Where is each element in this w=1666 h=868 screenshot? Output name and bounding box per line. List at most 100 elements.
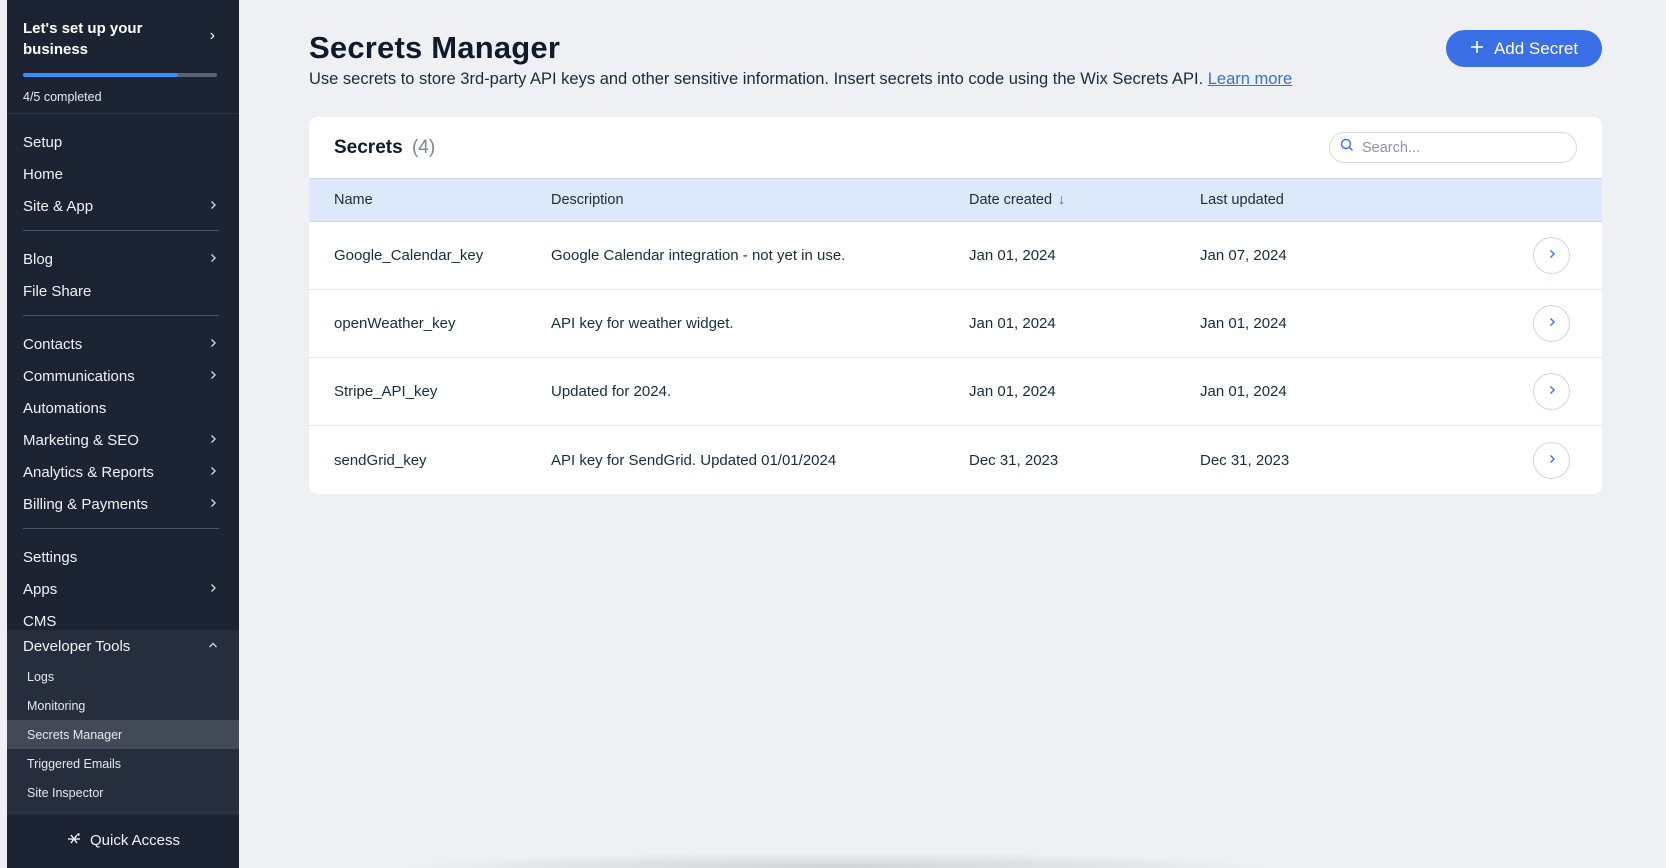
sidebar-item-site-app[interactable]: Site & App bbox=[23, 190, 219, 222]
table-row[interactable]: Stripe_API_key Updated for 2024. Jan 01, 2… bbox=[309, 358, 1602, 426]
sidebar-item-label: Contacts bbox=[23, 335, 83, 353]
table-body: Google_Calendar_key Google Calendar integ… bbox=[309, 222, 1602, 494]
chevron-right-icon bbox=[207, 582, 219, 597]
sidebar-item-apps[interactable]: Apps bbox=[23, 573, 219, 605]
sidebar-item-label: Site & App bbox=[23, 197, 94, 215]
sidebar-item-marketing-seo[interactable]: Marketing & SEO bbox=[23, 424, 219, 456]
table-count: (4) bbox=[411, 137, 436, 158]
open-secret-button[interactable] bbox=[1533, 305, 1570, 342]
chevron-right-icon bbox=[207, 433, 219, 448]
sidebar-item-billing-payments[interactable]: Billing & Payments bbox=[23, 488, 219, 520]
chevron-right-icon bbox=[207, 369, 219, 384]
plus-icon bbox=[1470, 39, 1484, 59]
sidebar-item-analytics-reports[interactable]: Analytics & Reports bbox=[23, 456, 219, 488]
cell-last-updated: Jan 01, 2024 bbox=[1200, 383, 1287, 400]
cell-name: Google_Calendar_key bbox=[334, 247, 484, 264]
cell-actions bbox=[1500, 373, 1602, 410]
sidebar-subitem-monitoring[interactable]: Monitoring bbox=[7, 691, 239, 720]
search-box[interactable] bbox=[1329, 132, 1577, 163]
setup-progress-fill bbox=[23, 73, 179, 77]
sidebar: Let's set up your business › 4/5 complet… bbox=[7, 0, 239, 868]
cell-description: API key for weather widget. bbox=[551, 315, 734, 332]
secrets-table-card: Secrets (4) Name Description Date create… bbox=[309, 117, 1602, 494]
sidebar-item-file-share[interactable]: File Share bbox=[23, 275, 219, 307]
cell-last-updated: Dec 31, 2023 bbox=[1200, 451, 1290, 469]
cell-date-created: Jan 01, 2024 bbox=[969, 315, 1056, 332]
column-header-description[interactable]: Description bbox=[551, 192, 969, 208]
chevron-right-icon bbox=[1546, 315, 1558, 332]
search-icon bbox=[1340, 138, 1354, 157]
developer-tools-section: Developer Tools Logs Monitoring Secrets Ma… bbox=[7, 630, 239, 815]
sidebar-item-label: Developer Tools bbox=[23, 637, 131, 655]
cell-date-created: Dec 31, 2023 bbox=[969, 451, 1059, 469]
open-secret-button[interactable] bbox=[1533, 441, 1570, 479]
table-row[interactable]: Google_Calendar_key Google Calendar integ… bbox=[309, 222, 1602, 290]
sidebar-item-setup[interactable]: Setup bbox=[23, 126, 219, 158]
sidebar-item-label: Blog bbox=[23, 250, 54, 268]
cell-last-updated: Jan 01, 2024 bbox=[1200, 315, 1287, 332]
chevron-right-icon bbox=[1546, 452, 1558, 469]
developer-tools-submenu: Logs Monitoring Secrets Manager Triggered E… bbox=[7, 662, 239, 815]
sidebar-item-developer-tools[interactable]: Developer Tools bbox=[7, 630, 239, 662]
sidebar-subitem-logs[interactable]: Logs bbox=[7, 662, 239, 691]
column-header-name[interactable]: Name bbox=[309, 192, 551, 208]
cell-actions bbox=[1500, 237, 1602, 274]
sidebar-subitem-secrets-manager[interactable]: Secrets Manager bbox=[7, 720, 239, 749]
add-secret-button[interactable]: Add Secret bbox=[1446, 30, 1602, 67]
page-subtitle: Use secrets to store 3rd-party API keys … bbox=[309, 70, 1292, 89]
sidebar-item-label: Home bbox=[23, 165, 64, 183]
column-header-date-created[interactable]: Date created ↓ bbox=[969, 192, 1200, 208]
sidebar-item-home[interactable]: Home bbox=[23, 158, 219, 190]
sparkle-icon bbox=[66, 831, 82, 851]
page-subtitle-text: Use secrets to store 3rd-party API keys … bbox=[309, 70, 1204, 88]
column-header-date-created-label: Date created bbox=[969, 192, 1053, 208]
setup-progress-card[interactable]: Let's set up your business › 4/5 complet… bbox=[7, 0, 239, 114]
table-row[interactable]: openWeather_key API key for weather widge… bbox=[309, 290, 1602, 358]
quick-access-label: Quick Access bbox=[89, 832, 181, 849]
setup-progress-text: 4/5 completed bbox=[23, 90, 102, 104]
chevron-right-icon bbox=[207, 252, 219, 267]
table-row[interactable]: sendGrid_key API key for SendGrid. Update… bbox=[309, 426, 1602, 494]
chevron-right-icon[interactable]: › bbox=[210, 27, 215, 45]
sidebar-item-label: Communications bbox=[23, 367, 135, 385]
sidebar-nav-group: Contacts Communications Automations Marketi… bbox=[23, 316, 219, 529]
table-column-headers: Name Description Date created ↓ Last upda… bbox=[309, 179, 1602, 222]
column-header-last-updated[interactable]: Last updated bbox=[1200, 192, 1500, 208]
sidebar-item-label: Analytics & Reports bbox=[23, 463, 154, 481]
sort-descending-icon[interactable]: ↓ bbox=[1058, 192, 1065, 208]
add-secret-label: Add Secret bbox=[1493, 38, 1579, 58]
chevron-right-icon bbox=[207, 337, 219, 352]
learn-more-link[interactable]: Learn more bbox=[1208, 70, 1292, 88]
cell-name: sendGrid_key bbox=[334, 451, 427, 469]
sidebar-item-contacts[interactable]: Contacts bbox=[23, 328, 219, 360]
sidebar-subitem-site-inspector[interactable]: Site Inspector bbox=[7, 778, 239, 807]
sidebar-nav-group: Settings Apps CMS bbox=[23, 529, 219, 645]
table-header-bar: Secrets (4) bbox=[309, 117, 1602, 179]
sidebar-item-communications[interactable]: Communications bbox=[23, 360, 219, 392]
sidebar-item-label: Setup bbox=[23, 133, 63, 151]
chevron-right-icon bbox=[207, 199, 219, 214]
bottom-shadow bbox=[390, 852, 1280, 868]
cell-name: openWeather_key bbox=[334, 315, 456, 332]
cell-date-created: Jan 01, 2024 bbox=[969, 383, 1056, 400]
open-secret-button[interactable] bbox=[1533, 237, 1570, 274]
setup-progress-bar bbox=[23, 73, 217, 77]
sidebar-item-blog[interactable]: Blog bbox=[23, 243, 219, 275]
sidebar-item-label: Automations bbox=[23, 399, 107, 417]
chevron-right-icon bbox=[1546, 247, 1558, 264]
open-secret-button[interactable] bbox=[1533, 373, 1570, 410]
cell-description: Google Calendar integration - not yet in… bbox=[551, 247, 846, 264]
sidebar-item-settings[interactable]: Settings bbox=[23, 541, 219, 573]
sidebar-item-label: Billing & Payments bbox=[23, 495, 149, 513]
chevron-right-icon bbox=[1546, 383, 1558, 400]
sidebar-nav-group: Blog File Share bbox=[23, 231, 219, 316]
cell-actions bbox=[1500, 441, 1602, 479]
quick-access-button[interactable]: Quick Access bbox=[7, 812, 239, 868]
sidebar-item-label: Marketing & SEO bbox=[23, 431, 139, 449]
search-input[interactable] bbox=[1362, 139, 1562, 156]
sidebar-item-automations[interactable]: Automations bbox=[23, 392, 219, 424]
cell-description: Updated for 2024. bbox=[551, 383, 672, 400]
chevron-up-icon bbox=[207, 639, 219, 654]
sidebar-item-label: File Share bbox=[23, 282, 92, 300]
sidebar-subitem-triggered-emails[interactable]: Triggered Emails bbox=[7, 749, 239, 778]
